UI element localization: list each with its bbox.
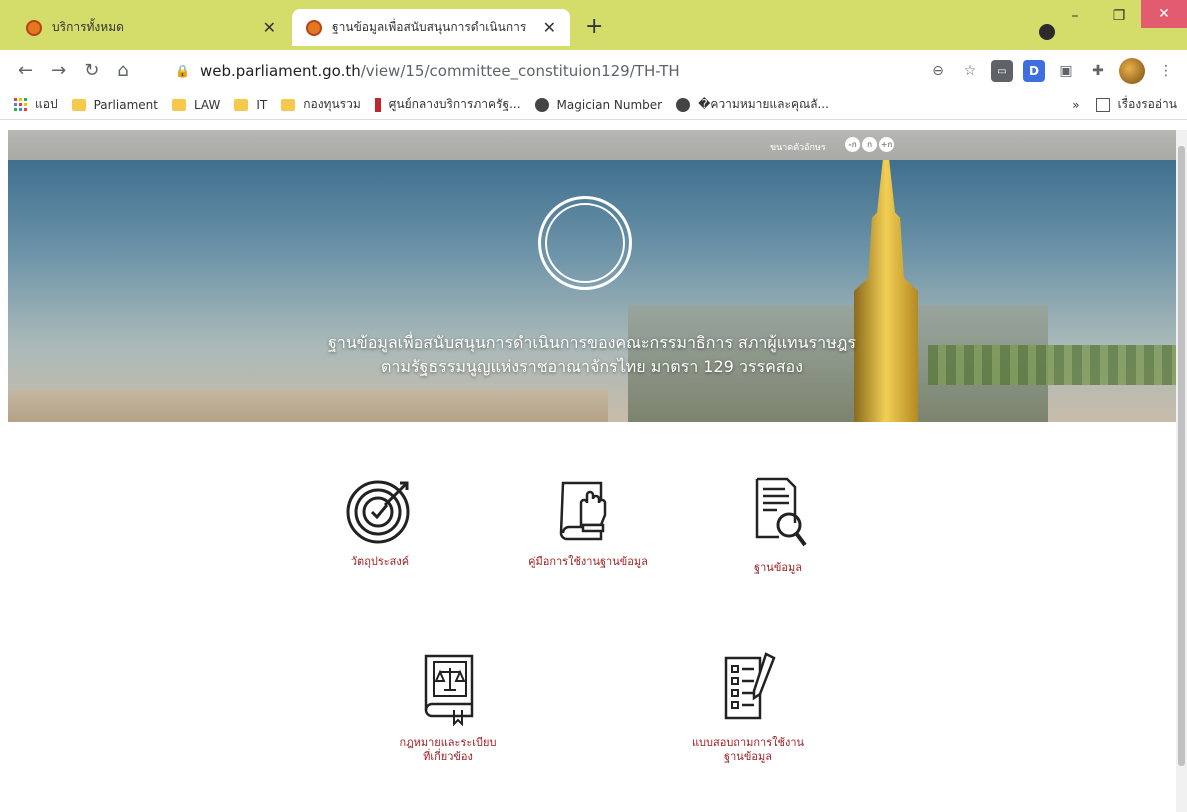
menu-label: แบบสอบถามการใช้งาน bbox=[691, 736, 805, 749]
font-size-bar: ขนาดตัวอักษร -ก ก +ก bbox=[8, 130, 1176, 160]
menu-label: กฎหมายและระเบียบ bbox=[399, 736, 497, 749]
survey-icon bbox=[724, 652, 776, 720]
forward-icon[interactable]: → bbox=[51, 60, 66, 81]
browser-chrome: บริการทั้งหมด ✕ ฐานข้อมูลเพื่อสนับสนุนกา… bbox=[0, 0, 1187, 120]
window-controls: – ❐ ✕ bbox=[1053, 0, 1187, 32]
menu-survey[interactable]: แบบสอบถามการใช้งาน ฐานข้อมูล bbox=[668, 650, 828, 764]
home-icon[interactable]: ⌂ bbox=[117, 60, 128, 81]
menu-label: วัตถุประสงค์ bbox=[350, 555, 410, 568]
url-host: web.parliament.go.th bbox=[199, 62, 361, 80]
target-icon bbox=[346, 480, 410, 544]
bookmark-label: Magician Number bbox=[556, 97, 663, 112]
d-extension-icon[interactable]: D bbox=[1023, 60, 1045, 82]
new-tab-icon[interactable]: + bbox=[585, 14, 603, 39]
bookmark-label: กองทุนรวม bbox=[303, 97, 361, 111]
golden-spire-image bbox=[854, 160, 918, 422]
restore-icon[interactable]: ❐ bbox=[1097, 0, 1141, 32]
url-path: /view/15/committee_constituion129/TH-TH bbox=[360, 62, 680, 80]
bookmark-label: ศูนย์กลางบริการภาครัฐ... bbox=[388, 97, 521, 111]
tab-title: บริการทั้งหมด bbox=[52, 20, 124, 34]
menu-label-line2: ที่เกี่ยวข้อง bbox=[423, 750, 473, 763]
document-search-icon bbox=[755, 477, 807, 547]
bookmark-label: แอป bbox=[35, 97, 58, 111]
menu-laws-regulations[interactable]: กฎหมายและระเบียบ ที่เกี่ยวข้อง bbox=[368, 650, 528, 764]
parliament-emblem-icon bbox=[538, 196, 632, 290]
folder-icon bbox=[234, 98, 249, 111]
address-bar[interactable]: 🔒 web.parliament.go.th/view/15/committee… bbox=[165, 56, 987, 86]
menu-objective[interactable]: วัตถุประสงค์ bbox=[300, 475, 460, 569]
law-book-icon bbox=[424, 654, 474, 726]
bookmark-label: LAW bbox=[193, 97, 221, 112]
hero-subtitle: ตามรัฐธรรมนูญแห่งราชอาณาจักรไทย มาตรา 12… bbox=[381, 357, 803, 376]
bookmarks-bar: แอป Parliament LAW IT กองทุนรวม ศูนย์กลา… bbox=[0, 90, 1187, 120]
menu-database[interactable]: ฐานข้อมูล bbox=[698, 475, 858, 575]
font-increase-button[interactable]: +ก bbox=[879, 137, 894, 152]
cast-icon[interactable]: ▣ bbox=[1055, 60, 1077, 82]
scrollbar-thumb[interactable] bbox=[1178, 146, 1185, 766]
bookmark-label: �ความหมายและคุณลั... bbox=[698, 97, 829, 111]
close-icon[interactable]: ✕ bbox=[543, 18, 556, 37]
toolbar: ← → ↻ ⌂ 🔒 web.parliament.go.th/view/15/c… bbox=[0, 50, 1187, 90]
globe-icon bbox=[676, 97, 691, 112]
menu-dots-icon[interactable]: ⋮ bbox=[1155, 60, 1177, 82]
bookmarks-overflow-icon[interactable]: » bbox=[1072, 98, 1079, 112]
back-icon[interactable]: ← bbox=[18, 60, 33, 81]
hero-banner: ฐานข้อมูลเพื่อสนับสนุนการดำเนินการของคณะ… bbox=[8, 160, 1176, 422]
close-icon[interactable]: ✕ bbox=[263, 18, 276, 37]
menu-label-line2: ฐานข้อมูล bbox=[724, 750, 772, 763]
bookmark-law[interactable]: LAW bbox=[171, 97, 221, 112]
tab-title: ฐานข้อมูลเพื่อสนับสนุนการดำเนินการ bbox=[332, 20, 527, 34]
bookmark-label: Parliament bbox=[93, 97, 158, 112]
bookmarks-right: » เรื่องรออ่าน bbox=[1072, 95, 1177, 114]
font-normal-button[interactable]: ก bbox=[862, 137, 877, 152]
avatar[interactable] bbox=[1119, 58, 1145, 84]
bookmark-apps[interactable]: แอป bbox=[14, 95, 58, 114]
folder-icon bbox=[281, 98, 296, 111]
apps-grid-icon bbox=[14, 98, 27, 111]
page-content: ขนาดตัวอักษร -ก ก +ก ฐานข้อมูลเพื่อสนับส… bbox=[8, 130, 1176, 812]
bookmark-parliament[interactable]: Parliament bbox=[71, 97, 158, 112]
bookmark-it[interactable]: IT bbox=[234, 98, 267, 112]
globe-icon bbox=[534, 97, 549, 112]
bookmark-magician-number[interactable]: Magician Number bbox=[534, 97, 663, 112]
tab-strip: บริการทั้งหมด ✕ ฐานข้อมูลเพื่อสนับสนุนกา… bbox=[0, 0, 1187, 50]
close-window-icon[interactable]: ✕ bbox=[1141, 0, 1187, 28]
folder-icon bbox=[71, 98, 86, 111]
folder-icon bbox=[171, 98, 186, 111]
reload-icon[interactable]: ↻ bbox=[84, 60, 99, 81]
chat-extension-icon[interactable]: ▭ bbox=[991, 60, 1013, 82]
parliament-favicon-icon bbox=[306, 19, 322, 36]
bookmark-label: IT bbox=[256, 97, 268, 112]
star-icon[interactable]: ☆ bbox=[959, 60, 981, 82]
minimize-icon[interactable]: – bbox=[1053, 0, 1097, 32]
parliament-favicon-icon bbox=[26, 19, 42, 36]
bookmark-meaning[interactable]: �ความหมายและคุณลั... bbox=[676, 95, 829, 114]
zoom-icon[interactable]: ⊖ bbox=[927, 60, 949, 82]
hero-title: ฐานข้อมูลเพื่อสนับสนุนการดำเนินการของคณะ… bbox=[328, 333, 856, 352]
toolbar-actions: ⊖ ☆ ▭ D ▣ ✚ ⋮ bbox=[927, 58, 1177, 84]
tab-database[interactable]: ฐานข้อมูลเพื่อสนับสนุนการดำเนินการ ✕ bbox=[292, 9, 570, 46]
extensions-puzzle-icon[interactable]: ✚ bbox=[1087, 60, 1109, 82]
reading-list[interactable]: เรื่องรออ่าน bbox=[1095, 95, 1177, 114]
lock-icon[interactable]: 🔒 bbox=[175, 64, 190, 78]
bookmark-gov-service[interactable]: ศูนย์กลางบริการภาครัฐ... bbox=[374, 95, 521, 114]
menu-label: ฐานข้อมูล bbox=[754, 561, 802, 574]
manual-book-icon bbox=[559, 481, 607, 541]
menu-user-manual[interactable]: คู่มือการใช้งานฐานข้อมูล bbox=[508, 475, 668, 569]
reading-list-icon bbox=[1095, 97, 1110, 112]
building-image bbox=[8, 390, 608, 422]
bookmark-funds[interactable]: กองทุนรวม bbox=[281, 95, 361, 114]
menu-label: คู่มือการใช้งานฐานข้อมูล bbox=[528, 555, 648, 568]
scrollbar[interactable] bbox=[1176, 130, 1187, 812]
font-decrease-button[interactable]: -ก bbox=[845, 137, 860, 152]
font-size-label: ขนาดตัวอักษร bbox=[770, 143, 826, 153]
bookmark-site-icon bbox=[374, 97, 381, 112]
reading-list-label: เรื่องรออ่าน bbox=[1117, 97, 1177, 111]
tab-services[interactable]: บริการทั้งหมด ✕ bbox=[12, 9, 290, 46]
